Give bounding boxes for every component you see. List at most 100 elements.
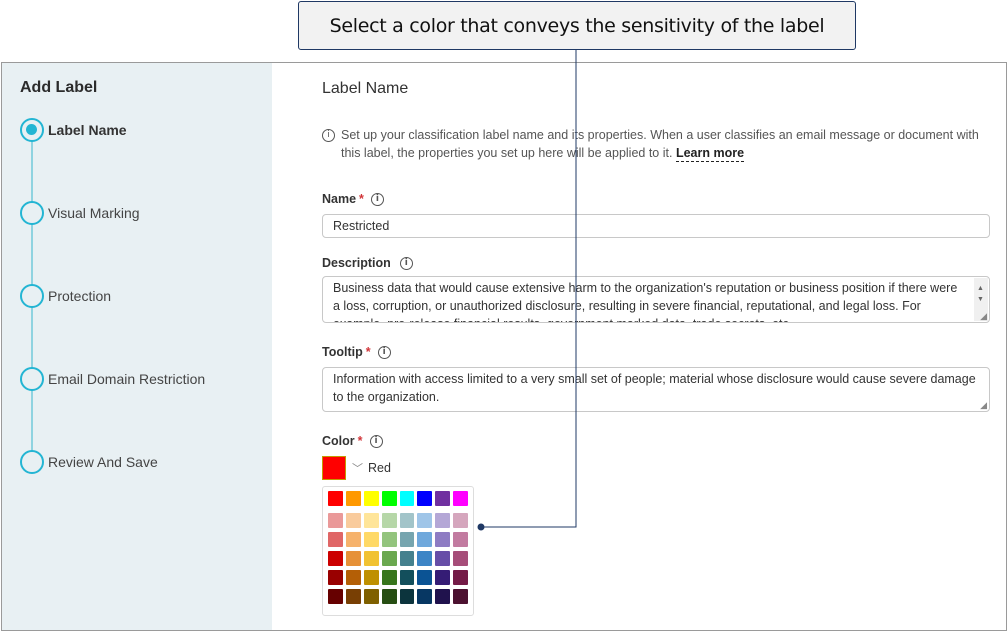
palette-color-swatch[interactable]: [328, 532, 343, 547]
tooltip-textarea[interactable]: Information with access limited to a ver…: [322, 367, 990, 412]
info-icon[interactable]: i: [377, 345, 391, 359]
palette-color-swatch[interactable]: [453, 532, 468, 547]
description-textarea[interactable]: Business data that would cause extensive…: [322, 276, 990, 323]
step-circle-icon: [20, 367, 44, 391]
name-label: Name: [322, 192, 357, 206]
scroll-down-icon[interactable]: ▼: [977, 291, 984, 309]
palette-row: [328, 491, 468, 506]
palette-color-swatch[interactable]: [381, 513, 397, 528]
palette-color-swatch[interactable]: [345, 570, 361, 585]
palette-color-swatch[interactable]: [453, 513, 468, 528]
color-label-row: Color * i: [322, 434, 383, 448]
step-label: Protection: [48, 288, 112, 304]
palette-color-swatch[interactable]: [399, 551, 415, 566]
step-protection[interactable]: Protection: [20, 284, 111, 308]
tooltip-label-row: Tooltip * i: [322, 345, 391, 359]
palette-color-swatch[interactable]: [363, 589, 379, 604]
info-icon[interactable]: i: [399, 256, 413, 270]
intro-text: i Set up your classification label name …: [322, 126, 982, 162]
palette-color-swatch[interactable]: [417, 513, 433, 528]
step-label-name[interactable]: Label Name: [20, 118, 127, 142]
palette-color-swatch[interactable]: [435, 570, 451, 585]
palette-color-swatch[interactable]: [417, 491, 433, 506]
description-label: Description: [322, 256, 391, 270]
palette-color-swatch[interactable]: [453, 589, 468, 604]
palette-color-swatch[interactable]: [363, 532, 379, 547]
step-circle-icon: [20, 201, 44, 225]
name-input[interactable]: [322, 214, 990, 238]
color-palette: [322, 486, 474, 616]
palette-color-swatch[interactable]: [345, 551, 361, 566]
color-label: Color: [322, 434, 355, 448]
palette-color-swatch[interactable]: [417, 570, 433, 585]
palette-color-swatch[interactable]: [363, 491, 379, 506]
palette-color-swatch[interactable]: [399, 513, 415, 528]
chevron-down-icon[interactable]: ﹀: [352, 460, 363, 476]
palette-color-swatch[interactable]: [399, 491, 415, 506]
palette-color-swatch[interactable]: [345, 589, 361, 604]
palette-color-swatch[interactable]: [435, 551, 451, 566]
palette-color-swatch[interactable]: [363, 570, 379, 585]
color-picker-toggle[interactable]: ﹀ Red: [322, 456, 391, 480]
description-label-row: Description i: [322, 256, 413, 270]
palette-color-swatch[interactable]: [453, 491, 468, 506]
palette-color-swatch[interactable]: [345, 491, 361, 506]
palette-color-swatch[interactable]: [381, 491, 397, 506]
step-visual-marking[interactable]: Visual Marking: [20, 201, 140, 225]
tooltip-value: Information with access limited to a ver…: [333, 372, 976, 404]
palette-color-swatch[interactable]: [435, 532, 451, 547]
step-label: Review And Save: [48, 454, 158, 470]
palette-color-swatch[interactable]: [453, 570, 468, 585]
required-marker: *: [359, 192, 364, 206]
section-title: Label Name: [322, 80, 409, 97]
tooltip-label: Tooltip: [322, 345, 363, 359]
selected-color-name: Red: [368, 461, 391, 475]
step-label: Label Name: [48, 122, 127, 138]
step-circle-icon: [20, 450, 44, 474]
palette-color-swatch[interactable]: [328, 570, 343, 585]
selected-color-swatch[interactable]: [322, 456, 346, 480]
palette-color-swatch[interactable]: [328, 491, 343, 506]
learn-more-link[interactable]: Learn more: [675, 146, 745, 162]
step-email-domain-restriction[interactable]: Email Domain Restriction: [20, 367, 205, 391]
palette-color-swatch[interactable]: [381, 589, 397, 604]
palette-color-swatch[interactable]: [328, 589, 343, 604]
palette-row: [328, 589, 468, 604]
add-label-dialog: Add Label Label Name Visual Marking Prot…: [1, 62, 1007, 631]
palette-color-swatch[interactable]: [453, 551, 468, 566]
palette-color-swatch[interactable]: [381, 551, 397, 566]
callout-text: Select a color that conveys the sensitiv…: [329, 14, 825, 37]
step-circle-icon: [20, 284, 44, 308]
resize-handle-icon[interactable]: ◢: [980, 312, 987, 321]
palette-row: [328, 551, 468, 566]
step-active-icon: [20, 118, 44, 142]
step-label: Visual Marking: [48, 205, 140, 221]
palette-color-swatch[interactable]: [435, 513, 451, 528]
info-icon[interactable]: i: [369, 434, 383, 448]
palette-color-swatch[interactable]: [435, 491, 451, 506]
palette-color-swatch[interactable]: [417, 551, 433, 566]
palette-color-swatch[interactable]: [363, 551, 379, 566]
palette-color-swatch[interactable]: [399, 532, 415, 547]
intro-description: Set up your classification label name an…: [341, 128, 979, 160]
palette-color-swatch[interactable]: [345, 513, 361, 528]
resize-handle-icon[interactable]: ◢: [980, 401, 987, 410]
step-label: Email Domain Restriction: [48, 371, 206, 387]
palette-color-swatch[interactable]: [399, 570, 415, 585]
required-marker: *: [357, 434, 363, 448]
palette-color-swatch[interactable]: [345, 532, 361, 547]
palette-row: [328, 570, 468, 585]
step-review-and-save[interactable]: Review And Save: [20, 450, 158, 474]
sidebar-title: Add Label: [20, 79, 98, 96]
palette-color-swatch[interactable]: [363, 513, 379, 528]
palette-color-swatch[interactable]: [417, 589, 433, 604]
palette-color-swatch[interactable]: [435, 589, 451, 604]
palette-color-swatch[interactable]: [399, 589, 415, 604]
info-icon[interactable]: i: [370, 192, 384, 206]
palette-color-swatch[interactable]: [328, 513, 343, 528]
palette-color-swatch[interactable]: [381, 532, 397, 547]
palette-row: [328, 532, 468, 547]
palette-color-swatch[interactable]: [417, 532, 433, 547]
palette-color-swatch[interactable]: [328, 551, 343, 566]
palette-color-swatch[interactable]: [381, 570, 397, 585]
